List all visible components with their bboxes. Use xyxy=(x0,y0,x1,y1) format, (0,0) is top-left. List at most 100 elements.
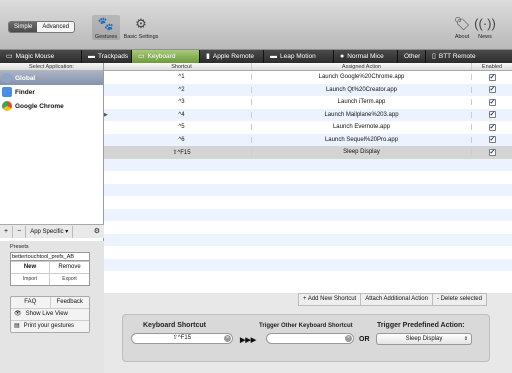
app-item-finder[interactable]: Finder xyxy=(0,85,103,99)
paw-icon: 🐾 xyxy=(97,16,115,31)
enabled-checkbox[interactable]: ✓ xyxy=(488,86,496,94)
column-shortcut[interactable]: Shortcut xyxy=(112,63,252,70)
preset-select[interactable]: bettertouchtool_prefs_AB xyxy=(10,252,90,261)
news-button[interactable]: ((·)) News xyxy=(474,15,496,40)
faq-button[interactable]: FAQ xyxy=(11,297,50,309)
show-live-view-button[interactable]: 👁 Show Live View xyxy=(11,309,89,321)
sidebar: Select Application: Global Finder Google… xyxy=(0,63,104,373)
gear-icon[interactable]: ⚙ xyxy=(90,226,104,238)
attach-additional-action-button[interactable]: Attach Additional Action xyxy=(361,294,433,305)
globe-icon xyxy=(2,73,12,83)
preset-export-button[interactable]: Export xyxy=(50,273,89,285)
mode-simple-button[interactable]: Simple xyxy=(9,22,38,32)
enabled-checkbox[interactable]: ✓ xyxy=(488,73,496,81)
enabled-checkbox[interactable]: ✓ xyxy=(488,98,496,106)
help-box: FAQ Feedback 👁 Show Live View ▤ Print yo… xyxy=(10,296,90,333)
enabled-checkbox[interactable]: ✓ xyxy=(488,136,496,144)
shortcut-cell: ⇧^F15 xyxy=(112,148,252,156)
shortcut-table: Shortcut Assigned Action Enabled ^1 Launc… xyxy=(104,63,512,293)
tab-leap-motion[interactable]: ▬ Leap Motion xyxy=(264,50,334,63)
tab-normal-mice[interactable]: ● Normal Mice xyxy=(334,50,398,63)
add-app-button[interactable]: + xyxy=(0,225,14,238)
remove-app-button[interactable]: − xyxy=(13,225,27,238)
tab-label: Keyboard xyxy=(147,53,176,60)
tab-label: Normal Mice xyxy=(347,53,384,60)
remote-icon: ▮ xyxy=(206,53,210,60)
shortcut-cell: ^2 xyxy=(112,86,252,93)
shortcut-cell: ^1 xyxy=(112,74,252,81)
keyboard-icon: ▭ xyxy=(138,53,145,60)
clear-icon[interactable]: × xyxy=(224,335,231,342)
enabled-checkbox[interactable]: ✓ xyxy=(488,123,496,131)
table-body: ^1 Launch Google%20Chrome.app ✓ ^2 Launch Q… xyxy=(104,71,512,284)
action-cell: Launch Google%20Chrome.app xyxy=(252,74,472,81)
preset-buttons: New Remove Import Export xyxy=(10,261,90,286)
tab-label: Apple Remote xyxy=(212,53,255,60)
action-cell: Launch Mailplane%203.app xyxy=(252,111,472,118)
table-row[interactable]: ^3 Launch iTerm.app ✓ xyxy=(104,96,512,109)
table-row[interactable]: ^2 Launch Qt%20Creator.app ✓ xyxy=(104,83,512,96)
table-header: Shortcut Assigned Action Enabled xyxy=(104,63,512,71)
about-label: About xyxy=(454,34,470,40)
eye-icon: 👁 xyxy=(14,311,22,317)
column-assigned-action[interactable]: Assigned Action xyxy=(252,63,472,70)
add-new-shortcut-button[interactable]: + Add New Shortcut xyxy=(299,294,362,305)
keyboard-shortcut-field[interactable]: ⇧^F15 × xyxy=(131,333,233,344)
action-cell: Launch Evernote.app xyxy=(252,124,472,131)
trigger-other-shortcut-label: Trigger Other Keyboard Shortcut xyxy=(259,323,353,329)
show-live-view-label: Show Live View xyxy=(25,311,68,317)
delete-selected-button[interactable]: - Delete selected xyxy=(433,294,486,305)
preset-import-button[interactable]: Import xyxy=(11,273,50,285)
about-button[interactable]: 🏷 About xyxy=(451,15,473,40)
tab-btt-remote[interactable]: ▯ BTT Remote xyxy=(426,50,492,63)
chevron-updown-icon: ⇕ xyxy=(463,336,468,342)
app-item-google-chrome[interactable]: Google Chrome xyxy=(0,99,103,113)
tab-label: Other xyxy=(404,53,421,60)
action-cell: Sleep Display xyxy=(252,149,472,156)
preset-new-button[interactable]: New xyxy=(11,261,50,273)
feedback-button[interactable]: Feedback xyxy=(49,297,89,309)
sidebar-toolbar: + − App Specific ▾ ⚙ xyxy=(0,224,104,238)
preset-remove-button[interactable]: Remove xyxy=(50,261,89,273)
trigger-other-shortcut-field[interactable]: × xyxy=(266,333,354,344)
presets-label: Presets xyxy=(10,244,29,250)
basic-settings-button[interactable]: ⚙ Basic Settings xyxy=(121,15,161,40)
app-specific-dropdown[interactable]: App Specific ▾ xyxy=(26,225,74,238)
predefined-action-select[interactable]: Sleep Display ⇕ xyxy=(376,333,472,345)
print-icon: ▤ xyxy=(14,323,20,329)
app-label: Global xyxy=(15,74,36,82)
table-row[interactable]: ^5 Launch Evernote.app ✓ xyxy=(104,121,512,134)
gear-icon: ⚙ xyxy=(135,16,147,31)
enabled-checkbox[interactable]: ✓ xyxy=(488,111,496,119)
mouse-icon: ● xyxy=(340,53,345,60)
mode-segmented-control[interactable]: Simple Advanced xyxy=(8,21,76,33)
device-tabs: ▭ Magic Mouse ▬ Trackpads ▭ Keyboard ▮ Apple… xyxy=(0,50,512,63)
column-enabled[interactable]: Enabled xyxy=(472,63,512,70)
clear-icon[interactable]: × xyxy=(345,335,352,342)
table-row[interactable]: ^1 Launch Google%20Chrome.app ✓ xyxy=(104,71,512,84)
tab-label: Magic Mouse xyxy=(15,53,55,60)
action-cell: Launch Sequel%20Pro.app xyxy=(252,136,472,143)
keyboard-shortcut-value: ⇧^F15 xyxy=(172,335,192,341)
finder-icon xyxy=(2,87,12,97)
disclosure-triangle-icon[interactable]: ▶ xyxy=(104,112,112,118)
print-gestures-button[interactable]: ▤ Print your gestures xyxy=(11,321,89,332)
tab-apple-remote[interactable]: ▮ Apple Remote xyxy=(200,50,264,63)
tab-label: Trackpads xyxy=(98,53,129,60)
phone-icon: ▯ xyxy=(432,53,436,60)
tab-magic-mouse[interactable]: ▭ Magic Mouse xyxy=(0,50,82,63)
table-row[interactable]: ^6 Launch Sequel%20Pro.app ✓ xyxy=(104,133,512,146)
gestures-label: Gestures xyxy=(94,34,118,40)
tab-trackpads[interactable]: ▬ Trackpads xyxy=(82,50,132,63)
table-row-selected[interactable]: ⇧^F15 Sleep Display ✓ xyxy=(104,146,512,159)
mode-advanced-button[interactable]: Advanced xyxy=(37,22,74,32)
leap-icon: ▬ xyxy=(270,53,277,60)
tab-other[interactable]: Other xyxy=(398,50,426,63)
tab-keyboard[interactable]: ▭ Keyboard xyxy=(132,50,200,63)
app-item-global[interactable]: Global xyxy=(0,71,103,85)
enabled-checkbox[interactable]: ✓ xyxy=(488,148,496,156)
gestures-button[interactable]: 🐾 Gestures xyxy=(92,15,120,40)
presets-panel: Presets bettertouchtool_prefs_AB New Rem… xyxy=(0,241,104,373)
chrome-icon xyxy=(2,101,12,111)
table-row[interactable]: ▶ ^4 Launch Mailplane%203.app ✓ xyxy=(104,108,512,121)
